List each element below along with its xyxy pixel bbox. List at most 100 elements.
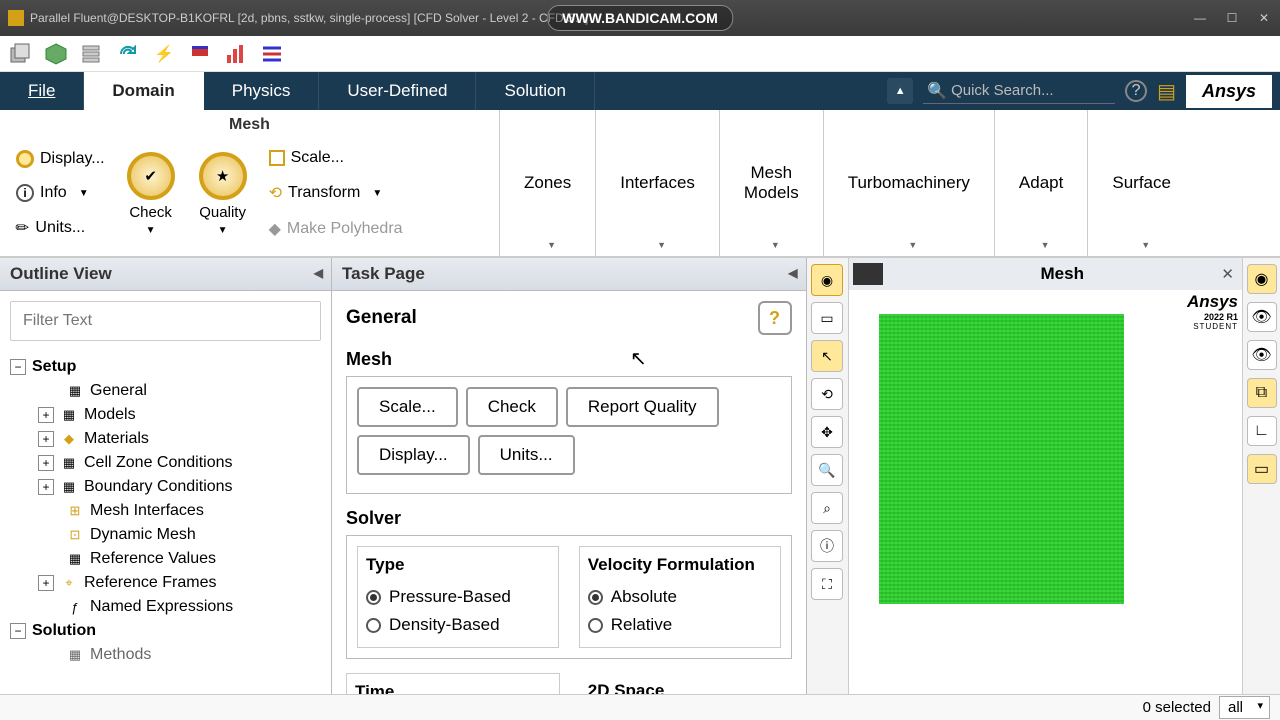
- task-help-button[interactable]: ?: [758, 301, 792, 335]
- vt-pan-icon[interactable]: ✥: [811, 416, 843, 448]
- surface-group[interactable]: Surface▼: [1088, 110, 1195, 256]
- tree-named-expressions[interactable]: ƒNamed Expressions: [8, 595, 323, 619]
- mesh-geometry[interactable]: [879, 314, 1124, 604]
- rt-sphere-icon[interactable]: ◉: [1247, 264, 1277, 294]
- transform-button[interactable]: ⟲Transform▼: [263, 179, 409, 207]
- display-button[interactable]: Display...: [10, 146, 111, 172]
- mesh-units-button[interactable]: Units...: [478, 435, 575, 475]
- radio-icon: [366, 590, 381, 605]
- vt-zoom-icon[interactable]: 🔍: [811, 454, 843, 486]
- mesh-report-quality-button[interactable]: Report Quality: [566, 387, 719, 427]
- tree-general[interactable]: ▦General: [8, 379, 323, 403]
- refresh-icon[interactable]: [114, 40, 142, 68]
- radio-relative[interactable]: Relative: [588, 611, 772, 639]
- cube-icon[interactable]: [6, 40, 34, 68]
- vt-zoombox-icon[interactable]: ⌕: [811, 492, 843, 524]
- tree-solution[interactable]: −Solution: [8, 619, 323, 643]
- tab-file[interactable]: File: [0, 72, 84, 110]
- collapse-ribbon-button[interactable]: ▲: [887, 78, 913, 104]
- minimize-button[interactable]: —: [1188, 9, 1212, 27]
- cellzone-icon: ▦: [60, 454, 78, 472]
- radio-absolute[interactable]: Absolute: [588, 583, 772, 611]
- viewport-toolbar-right: ◉ 👁 👁 ⧉ ∟ ▭: [1242, 258, 1280, 694]
- layout-icon[interactable]: ▤: [1157, 79, 1176, 104]
- turbomachinery-group[interactable]: Turbomachinery▼: [824, 110, 995, 256]
- info-icon: i: [16, 184, 34, 202]
- help-icon[interactable]: ?: [1125, 80, 1147, 102]
- scale-button[interactable]: Scale...: [263, 145, 409, 171]
- green-cube-icon[interactable]: [42, 40, 70, 68]
- viewport-canvas[interactable]: Ansys 2022 R1 STUDENT: [849, 290, 1243, 694]
- interfaces-group[interactable]: Interfaces▼: [596, 110, 720, 256]
- tree-setup[interactable]: −Setup: [8, 355, 323, 379]
- vt-fit-icon[interactable]: ⛶: [811, 568, 843, 600]
- check-icon: ✔: [127, 152, 175, 200]
- vt-probe-icon[interactable]: ⓘ: [811, 530, 843, 562]
- outline-panel: Outline View ◀ −Setup ▦General +▦Models …: [0, 258, 332, 694]
- list-icon[interactable]: [258, 40, 286, 68]
- filter-input[interactable]: [10, 301, 321, 341]
- zones-group[interactable]: Zones▼: [500, 110, 596, 256]
- mesh-scale-button[interactable]: Scale...: [357, 387, 458, 427]
- radio-pressure-based[interactable]: Pressure-Based: [366, 583, 550, 611]
- info-button[interactable]: iInfo▼: [10, 180, 111, 206]
- viewport-toolbar-left: ◉ ▭ ↖ ⟲ ✥ 🔍 ⌕ ⓘ ⛶: [807, 258, 849, 694]
- space-2d-label: 2D Space: [588, 681, 784, 694]
- adapt-group[interactable]: Adapt▼: [995, 110, 1088, 256]
- meshif-icon: ⊞: [66, 502, 84, 520]
- mesh-display-button[interactable]: Display...: [357, 435, 470, 475]
- methods-icon: ▦: [66, 646, 84, 664]
- tree-materials[interactable]: +◆Materials: [8, 427, 323, 451]
- task-title-general: General: [346, 307, 417, 329]
- search-box[interactable]: 🔍: [923, 79, 1115, 104]
- vt-pointer-icon[interactable]: ↖: [811, 340, 843, 372]
- tree-reference-values[interactable]: ▦Reference Values: [8, 547, 323, 571]
- viewport-close-icon[interactable]: ✕: [1221, 265, 1234, 283]
- ansys-logo: Ansys: [1186, 75, 1272, 108]
- vt-rotate-icon[interactable]: ⟲: [811, 378, 843, 410]
- lightning-icon[interactable]: ⚡: [150, 40, 178, 68]
- rt-layers-icon[interactable]: ▭: [1247, 454, 1277, 484]
- tree-reference-frames[interactable]: +⌖Reference Frames: [8, 571, 323, 595]
- units-button[interactable]: ✎Units...: [10, 214, 111, 242]
- tree-models[interactable]: +▦Models: [8, 403, 323, 427]
- tab-domain[interactable]: Domain: [84, 72, 203, 110]
- rt-eye1-icon[interactable]: 👁: [1247, 302, 1277, 332]
- tree-methods[interactable]: ▦Methods: [8, 643, 323, 667]
- tree-boundary[interactable]: +▦Boundary Conditions: [8, 475, 323, 499]
- flag-icon[interactable]: [186, 40, 214, 68]
- collapse-taskpage-icon[interactable]: ◀: [788, 266, 797, 280]
- quality-button[interactable]: ★ Quality▼: [191, 148, 255, 240]
- rt-axis-icon[interactable]: ∟: [1247, 416, 1277, 446]
- search-input[interactable]: [951, 82, 1111, 99]
- tree-dynamic-mesh[interactable]: ⊡Dynamic Mesh: [8, 523, 323, 547]
- ribbon-body: Mesh Display... iInfo▼ ✎Units... ✔ Check…: [0, 110, 1280, 258]
- tab-physics[interactable]: Physics: [204, 72, 320, 110]
- rt-eye2-icon[interactable]: 👁: [1247, 340, 1277, 370]
- velocity-formulation-label: Velocity Formulation: [588, 555, 772, 575]
- vt-mesh-icon[interactable]: ◉: [811, 264, 843, 296]
- stack-icon[interactable]: [78, 40, 106, 68]
- tab-user-defined[interactable]: User-Defined: [319, 72, 476, 110]
- close-button[interactable]: ✕: [1252, 9, 1276, 27]
- tree-cell-zone[interactable]: +▦Cell Zone Conditions: [8, 451, 323, 475]
- radio-density-based[interactable]: Density-Based: [366, 611, 550, 639]
- selection-filter-dropdown[interactable]: all: [1219, 696, 1270, 719]
- dynmesh-icon: ⊡: [66, 526, 84, 544]
- make-polyhedra-button[interactable]: ◆Make Polyhedra: [263, 215, 409, 243]
- vt-box-icon[interactable]: ▭: [811, 302, 843, 334]
- rt-copy-icon[interactable]: ⧉: [1247, 378, 1277, 408]
- task-page-panel: Task Page ◀ General ? Mesh Scale... Chec…: [332, 258, 807, 694]
- tree-mesh-interfaces[interactable]: ⊞Mesh Interfaces: [8, 499, 323, 523]
- maximize-button[interactable]: ☐: [1220, 9, 1244, 27]
- check-button[interactable]: ✔ Check▼: [119, 148, 183, 240]
- collapse-outline-icon[interactable]: ◀: [314, 266, 323, 280]
- mesh-models-group[interactable]: MeshModels▼: [720, 110, 824, 256]
- radio-icon: [588, 590, 603, 605]
- mesh-check-button[interactable]: Check: [466, 387, 558, 427]
- chart-icon[interactable]: [222, 40, 250, 68]
- viewport-tab-mesh[interactable]: Mesh: [883, 260, 1243, 288]
- namedexpr-icon: ƒ: [66, 598, 84, 616]
- tab-solution[interactable]: Solution: [476, 72, 594, 110]
- vp-thumb-icon[interactable]: [853, 263, 883, 285]
